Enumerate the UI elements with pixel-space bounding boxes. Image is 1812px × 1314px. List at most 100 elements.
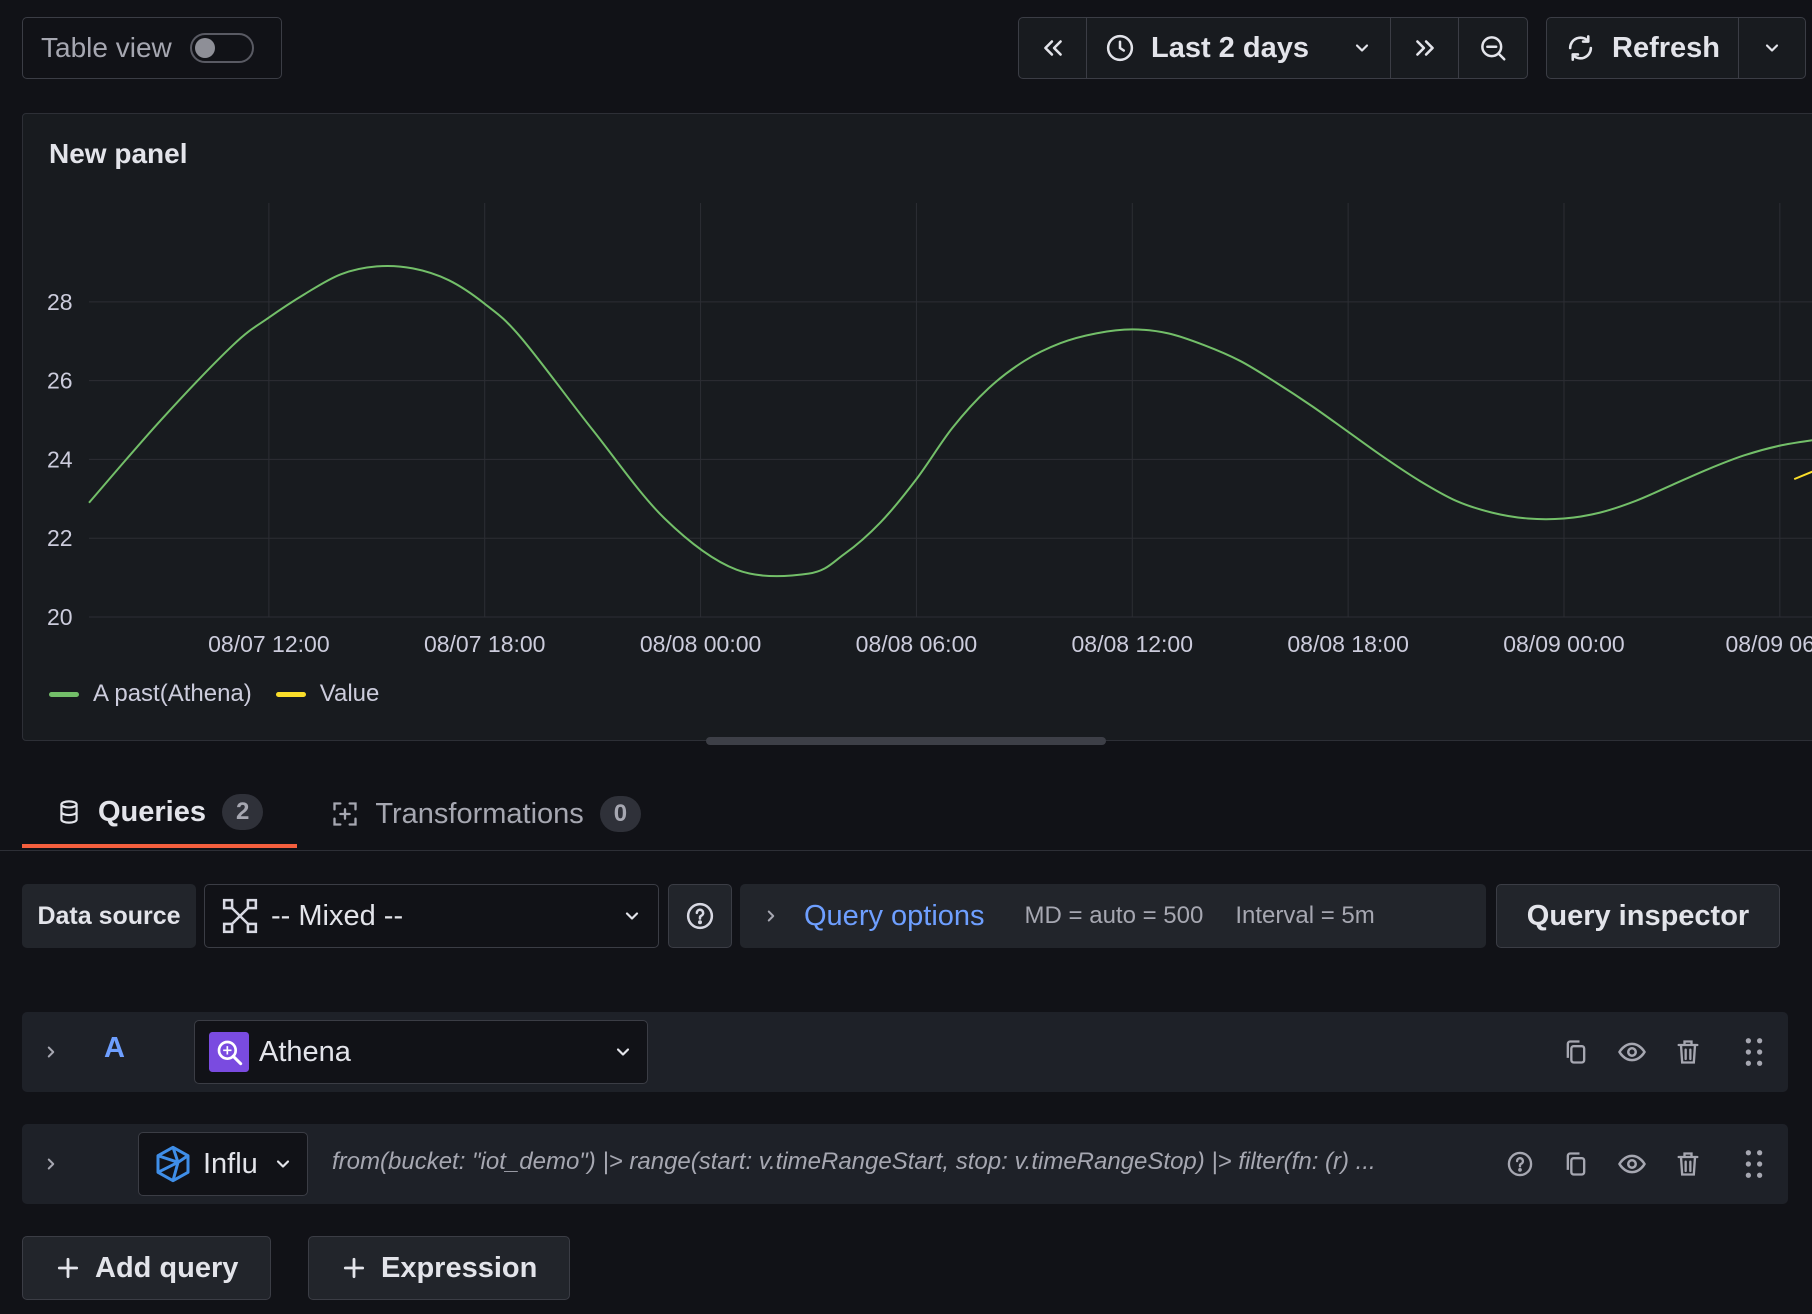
- zoom-out-button[interactable]: [1459, 18, 1527, 78]
- chevrons-right-icon: [1415, 40, 1434, 56]
- chevron-right-icon: [767, 910, 775, 922]
- influxdb-logo-icon: [156, 1145, 190, 1183]
- query-expand-button[interactable]: [42, 1038, 60, 1071]
- sync-icon: [1568, 35, 1593, 61]
- queries-count-badge: 2: [222, 794, 264, 830]
- query-datasource-select[interactable]: Athena: [194, 1020, 648, 1084]
- query-datasource-select[interactable]: Influ: [138, 1132, 308, 1196]
- database-icon: [60, 800, 78, 824]
- data-source-label: Data source: [22, 884, 196, 948]
- table-view-label: Table view: [41, 32, 172, 63]
- clock-icon: [1106, 34, 1134, 62]
- data-source-select[interactable]: -- Mixed --: [204, 884, 659, 948]
- query-text-preview[interactable]: from(bucket: "iot_demo") |> range(start:…: [332, 1148, 1512, 1176]
- drag-handle-icon: [1745, 1150, 1763, 1178]
- y-tick-label: 22: [47, 525, 73, 551]
- y-tick-label: 26: [47, 368, 73, 394]
- tabs-divider: [0, 850, 1812, 851]
- tab-transformations-label: Transformations: [375, 797, 584, 830]
- panel-editor: Table view Last 2 days Refresh New panel: [0, 0, 1812, 1314]
- query-expand-button[interactable]: [42, 1150, 60, 1183]
- series-line-value: [1793, 470, 1812, 481]
- chevron-right-icon: [47, 1158, 55, 1170]
- copy-icon: [1566, 1040, 1586, 1064]
- legend-label: A past(Athena): [93, 680, 252, 707]
- duplicate-query-button[interactable]: [1558, 1144, 1594, 1184]
- shift-back-button[interactable]: [1019, 18, 1087, 78]
- y-tick-label: 28: [47, 289, 73, 315]
- data-source-value: -- Mixed --: [271, 899, 404, 932]
- x-tick-label: 08/09 06:0: [1725, 631, 1812, 657]
- question-circle-icon: [686, 902, 714, 930]
- legend-item[interactable]: Value: [275, 680, 380, 708]
- y-tick-label: 20: [47, 604, 73, 630]
- legend-swatch: [49, 691, 79, 697]
- drag-handle[interactable]: [1736, 1032, 1772, 1072]
- expression-label: Expression: [381, 1251, 538, 1284]
- panel-preview: New panel 20 22 24 26 28 08/07 12:00 08/07 18…: [22, 113, 1812, 741]
- query-options-md: MD = auto = 500: [1024, 902, 1204, 929]
- chevrons-left-icon: [1043, 40, 1062, 56]
- refresh-interval-dropdown[interactable]: [1739, 18, 1805, 78]
- add-query-button[interactable]: Add query: [22, 1236, 272, 1300]
- toggle-query-visibility-button[interactable]: [1614, 1144, 1650, 1184]
- x-tick-label: 08/08 06:00: [856, 631, 978, 657]
- chevron-right-icon: [47, 1046, 55, 1058]
- legend-label: Value: [319, 680, 380, 707]
- add-expression-button[interactable]: Expression: [308, 1236, 571, 1300]
- athena-logo-icon: [209, 1032, 249, 1072]
- add-query-label: Add query: [95, 1251, 239, 1284]
- table-view-switch[interactable]: [189, 33, 254, 63]
- horizontal-scrollbar[interactable]: [706, 737, 1106, 745]
- data-source-help-button[interactable]: [668, 884, 732, 948]
- copy-icon: [1566, 1152, 1586, 1176]
- delete-query-button[interactable]: [1670, 1144, 1706, 1184]
- tab-queries[interactable]: Queries 2: [22, 780, 298, 848]
- chevron-down-icon: [1765, 44, 1779, 52]
- query-datasource-name: Influ: [203, 1147, 258, 1180]
- series-line-a-past-athena: [88, 264, 1812, 578]
- eye-icon: [1618, 1154, 1646, 1174]
- query-options-toggle[interactable]: Query options MD = auto = 500 Interval =…: [740, 884, 1486, 948]
- x-tick-label: 08/07 12:00: [208, 631, 330, 657]
- eye-icon: [1618, 1042, 1646, 1062]
- zoom-out-icon: [1481, 36, 1506, 61]
- delete-query-button[interactable]: [1670, 1032, 1706, 1072]
- query-row: A Athena: [22, 1012, 1788, 1092]
- toggle-query-visibility-button[interactable]: [1614, 1032, 1650, 1072]
- legend-item[interactable]: A past(Athena): [49, 680, 252, 708]
- query-options-title: Query options: [804, 899, 985, 932]
- transformations-count-badge: 0: [599, 796, 642, 832]
- tab-transformations[interactable]: Transformations 0: [297, 780, 675, 848]
- chevron-down-icon: [1355, 44, 1369, 52]
- query-inspector-button[interactable]: Query inspector: [1496, 884, 1780, 948]
- refresh-label: Refresh: [1612, 31, 1720, 64]
- x-tick-label: 08/07 18:00: [424, 631, 546, 657]
- time-range-picker[interactable]: Last 2 days: [1087, 18, 1391, 78]
- drag-handle[interactable]: [1736, 1144, 1772, 1184]
- time-range-label: Last 2 days: [1151, 31, 1309, 64]
- time-series-chart: 20 22 24 26 28 08/07 12:00 08/07 18:00 08/08 0…: [47, 203, 1812, 657]
- chevron-down-icon: [616, 1048, 630, 1056]
- shift-forward-button[interactable]: [1391, 18, 1459, 78]
- chart-legend: A past(Athena) Value: [49, 680, 379, 708]
- table-view-toggle[interactable]: Table view: [22, 17, 282, 79]
- query-row: Influ from(bucket: "iot_demo") |> range(…: [22, 1124, 1788, 1204]
- query-options-interval: Interval = 5m: [1235, 902, 1375, 929]
- x-tick-label: 08/08 18:00: [1287, 631, 1409, 657]
- chevron-down-icon: [625, 912, 639, 920]
- question-circle-icon: [1507, 1151, 1533, 1177]
- duplicate-query-button[interactable]: [1558, 1032, 1594, 1072]
- refresh-button[interactable]: Refresh: [1547, 18, 1739, 78]
- legend-swatch: [275, 691, 306, 697]
- query-ref-id[interactable]: A: [104, 1032, 125, 1065]
- plus-icon: [343, 1257, 365, 1279]
- query-help-button[interactable]: [1502, 1144, 1538, 1184]
- trash-icon: [1677, 1152, 1699, 1176]
- plus-icon: [57, 1257, 79, 1279]
- tab-queries-label: Queries: [98, 795, 206, 828]
- refresh-group: Refresh: [1546, 17, 1806, 79]
- query-actions: [1502, 1144, 1772, 1184]
- editor-tabs: Queries 2 Transformations 0: [22, 780, 675, 850]
- trash-icon: [1677, 1040, 1699, 1064]
